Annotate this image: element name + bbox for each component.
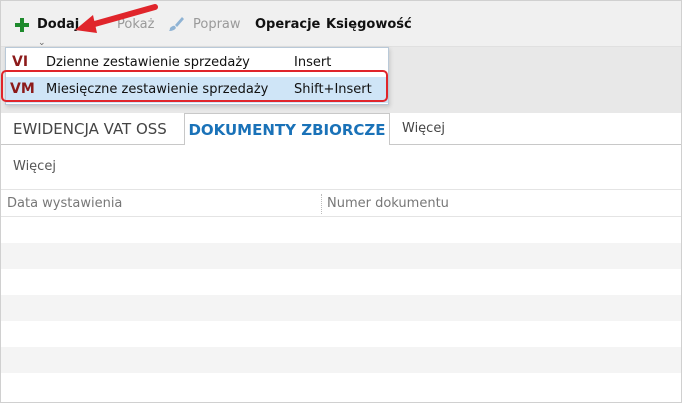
- filter-row: Więcej: [1, 145, 681, 189]
- column-separator[interactable]: [321, 194, 322, 214]
- menu-item-label: Dzienne zestawienie sprzedaży: [46, 55, 250, 70]
- brush-icon: [169, 17, 184, 31]
- tab-collective-documents[interactable]: DOKUMENTY ZBIORCZE: [184, 113, 390, 146]
- table-row[interactable]: [1, 373, 681, 399]
- column-header-document-number[interactable]: Numer dokumentu: [327, 196, 449, 211]
- grid-body: [1, 217, 681, 402]
- menu-item-shortcut: Shift+Insert: [294, 82, 372, 97]
- table-row[interactable]: [1, 269, 681, 295]
- tab-bar: EWIDENCJA VAT OSS DOKUMENTY ZBIORCZE Wię…: [1, 113, 681, 146]
- table-row[interactable]: [1, 295, 681, 321]
- plus-icon: [13, 16, 31, 34]
- menu-item-label: Miesięczne zestawienie sprzedaży: [46, 82, 269, 97]
- app-window: Dodaj ⌄ Pokaż Popraw Operacje Księgowość…: [0, 0, 682, 403]
- menu-item-code: VI: [12, 54, 29, 70]
- column-header-issue-date[interactable]: Data wystawienia: [7, 196, 122, 211]
- table-row[interactable]: [1, 347, 681, 373]
- grid-header: Data wystawienia Numer dokumentu: [1, 189, 681, 217]
- menu-item-code: VM: [10, 81, 35, 97]
- tab-more[interactable]: Więcej: [402, 113, 445, 145]
- menu-item-daily-sales-summary[interactable]: VI Dzienne zestawienie sprzedaży Insert: [6, 50, 388, 76]
- operations-menu[interactable]: Operacje: [255, 16, 320, 34]
- more-filters-link[interactable]: Więcej: [13, 159, 56, 174]
- edit-button[interactable]: Popraw: [193, 16, 241, 34]
- table-row[interactable]: [1, 321, 681, 347]
- table-row[interactable]: [1, 243, 681, 269]
- menu-item-monthly-sales-summary[interactable]: VM Miesięczne zestawienie sprzedaży Shif…: [6, 77, 388, 103]
- accounting-menu[interactable]: Księgowość: [326, 16, 412, 34]
- tab-vat-oss-register[interactable]: EWIDENCJA VAT OSS: [13, 113, 167, 145]
- add-dropdown-menu: VI Dzienne zestawienie sprzedaży Insert …: [5, 47, 389, 105]
- arrow-annotation-icon: [75, 4, 158, 33]
- menu-item-shortcut: Insert: [294, 55, 332, 70]
- table-row[interactable]: [1, 217, 681, 243]
